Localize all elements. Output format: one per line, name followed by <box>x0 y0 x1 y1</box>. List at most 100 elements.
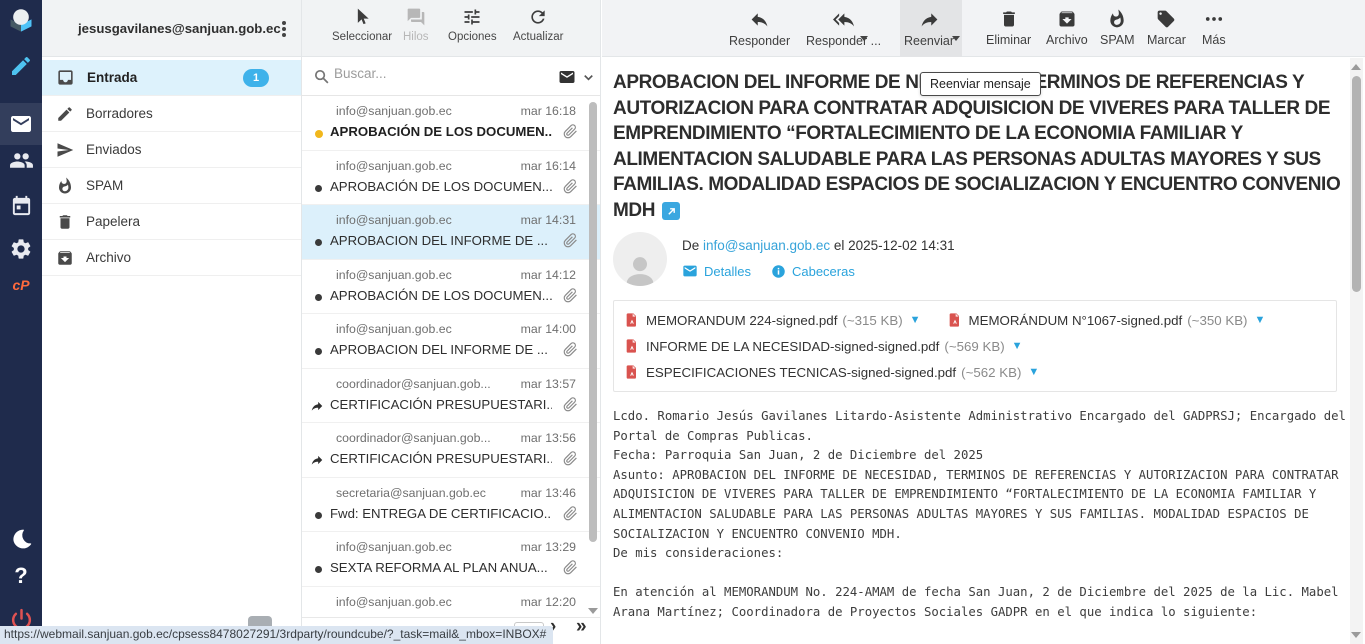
cpanel-icon[interactable]: cP <box>0 277 42 293</box>
message-row[interactable]: info@sanjuan.gob.ecmar 13:29 SEXTA REFOR… <box>302 532 600 587</box>
trash-icon <box>999 9 1019 29</box>
paperclip-icon <box>563 179 578 194</box>
message-row[interactable]: coordinador@sanjuan.gob...mar 13:56 CERT… <box>302 423 600 478</box>
message-row-selected[interactable]: info@sanjuan.gob.ecmar 14:31 APROBACION … <box>302 205 600 260</box>
scroll-down-arrow-icon[interactable] <box>1351 632 1361 638</box>
attachment-chip[interactable]: INFORME DE LA NECESIDAD-signed-signed.pd… <box>624 338 1023 354</box>
attachment-caret-icon[interactable]: ▼ <box>1028 366 1039 378</box>
reading-pane-scrollbar-thumb[interactable] <box>1352 76 1361 292</box>
pdf-file-icon <box>624 312 640 328</box>
from-label: De <box>682 238 699 253</box>
message-rows: info@sanjuan.gob.ecmar 16:18 APROBACIÓN … <box>302 96 600 641</box>
unread-dot <box>315 130 323 138</box>
archive-button[interactable]: Archivo <box>1046 9 1088 47</box>
folder-spam[interactable]: SPAM <box>42 168 301 204</box>
message-row[interactable]: coordinador@sanjuan.gob...mar 13:57 CERT… <box>302 369 600 424</box>
reply-icon <box>749 9 770 30</box>
message-row[interactable]: info@sanjuan.gob.ecmar 14:00 APROBACION … <box>302 314 600 369</box>
reply-button[interactable]: Responder <box>729 9 790 48</box>
reading-pane-scrollbar[interactable] <box>1350 58 1363 644</box>
pdf-file-icon <box>947 312 963 328</box>
folder-drafts[interactable]: Borradores <box>42 96 301 132</box>
folder-label: SPAM <box>86 178 123 193</box>
attachment-caret-icon[interactable]: ▼ <box>1255 314 1266 326</box>
unread-count-badge: 1 <box>243 69 269 87</box>
attachment-chip[interactable]: MEMORÁNDUM N°1067-signed.pdf (~350 KB) ▼ <box>947 312 1266 328</box>
message-row[interactable]: info@sanjuan.gob.ecmar 14:12 APROBACIÓN … <box>302 260 600 315</box>
forward-tooltip: Reenviar mensaje <box>920 72 1041 96</box>
paperclip-icon <box>563 397 578 412</box>
reading-pane: Responder Responder ... Reenviar Elimina… <box>602 0 1365 644</box>
calendar-icon[interactable] <box>0 194 42 217</box>
folder-panel: jesusgavilanes@sanjuan.gob.ec Entrada 1 … <box>42 0 302 644</box>
scroll-up-arrow-icon[interactable] <box>1351 64 1361 70</box>
headers-link[interactable]: Cabeceras <box>792 264 855 279</box>
pdf-file-icon <box>624 338 640 354</box>
forward-caret-icon[interactable] <box>952 36 960 41</box>
search-scope-chevron-icon[interactable] <box>581 70 596 85</box>
select-button[interactable]: Seleccionar <box>332 7 392 43</box>
details-envelope-icon[interactable] <box>682 263 698 279</box>
status-dot <box>315 348 322 355</box>
folder-trash[interactable]: Papelera <box>42 204 301 240</box>
more-button[interactable]: Más <box>1202 9 1226 47</box>
attachment-caret-icon[interactable]: ▼ <box>1012 340 1023 352</box>
list-scrollbar-thumb[interactable] <box>589 102 597 542</box>
message-list-panel: Seleccionar Hilos Opciones Actualizar in… <box>302 0 601 644</box>
search-bar <box>302 57 600 96</box>
folder-sent[interactable]: Enviados <box>42 132 301 168</box>
paperclip-icon <box>563 124 578 139</box>
inbox-icon <box>56 68 75 87</box>
folder-archive[interactable]: Archivo <box>42 240 301 276</box>
message-row[interactable]: secretaria@sanjuan.gob.ecmar 13:46 Fwd: … <box>302 478 600 533</box>
message-row[interactable]: info@sanjuan.gob.ecmar 16:18 APROBACIÓN … <box>302 96 600 151</box>
spam-button[interactable]: SPAM <box>1100 9 1135 47</box>
forward-button[interactable]: Reenviar <box>904 9 954 48</box>
folder-label: Archivo <box>86 250 131 265</box>
list-scrollbar[interactable] <box>588 98 599 614</box>
attachment-caret-icon[interactable]: ▼ <box>910 314 921 326</box>
refresh-button[interactable]: Actualizar <box>513 7 564 43</box>
contacts-icon[interactable] <box>0 148 42 173</box>
forward-icon <box>919 9 940 30</box>
sender-email-link[interactable]: info@sanjuan.gob.ec <box>703 238 830 253</box>
compose-icon[interactable] <box>0 54 42 78</box>
scroll-down-arrow-icon[interactable] <box>588 608 598 614</box>
mail-icon[interactable] <box>0 112 42 136</box>
status-dot <box>315 185 322 192</box>
mark-button[interactable]: Marcar <box>1147 9 1186 47</box>
paperclip-icon <box>563 288 578 303</box>
search-scope-envelope-icon[interactable] <box>558 68 576 86</box>
attachment-chip[interactable]: MEMORANDUM 224-signed.pdf (~315 KB) ▼ <box>624 312 921 328</box>
flame-icon <box>56 177 74 195</box>
options-button[interactable]: Opciones <box>448 7 497 43</box>
status-dot <box>315 239 322 246</box>
message-date: el 2025-12-02 14:31 <box>834 238 955 253</box>
message-row[interactable]: info@sanjuan.gob.ecmar 16:14 APROBACIÓN … <box>302 151 600 206</box>
more-dots-icon <box>1204 9 1224 29</box>
folder-inbox[interactable]: Entrada 1 <box>42 60 301 96</box>
settings-gear-icon[interactable] <box>0 237 42 261</box>
attachment-list: MEMORANDUM 224-signed.pdf (~315 KB) ▼ ME… <box>613 300 1337 392</box>
paperclip-icon <box>563 560 578 575</box>
reply-all-button[interactable]: Responder ... <box>806 9 881 48</box>
reply-all-caret-icon[interactable] <box>860 36 868 41</box>
details-link[interactable]: Detalles <box>704 264 751 279</box>
delete-button[interactable]: Eliminar <box>986 9 1031 47</box>
threads-button[interactable]: Hilos <box>403 7 429 43</box>
attachment-chip[interactable]: ESPECIFICACIONES TECNICAS-signed-signed.… <box>624 364 1039 380</box>
dark-mode-moon-icon[interactable] <box>0 527 42 551</box>
last-page-button[interactable]: » <box>576 616 587 638</box>
open-in-new-window-icon[interactable] <box>662 202 680 220</box>
search-input[interactable] <box>334 66 534 81</box>
threads-icon <box>406 7 426 27</box>
list-toolbar: Seleccionar Hilos Opciones Actualizar <box>302 0 600 57</box>
account-header: jesusgavilanes@sanjuan.gob.ec <box>42 0 301 57</box>
paperclip-icon <box>563 506 578 521</box>
refresh-icon <box>528 7 548 27</box>
folder-label: Entrada <box>87 70 137 85</box>
kebab-menu-icon[interactable] <box>277 19 291 39</box>
help-icon[interactable]: ? <box>0 563 42 589</box>
headers-info-icon[interactable] <box>771 264 786 279</box>
from-line: De info@sanjuan.gob.ec el 2025-12-02 14:… <box>682 238 955 253</box>
